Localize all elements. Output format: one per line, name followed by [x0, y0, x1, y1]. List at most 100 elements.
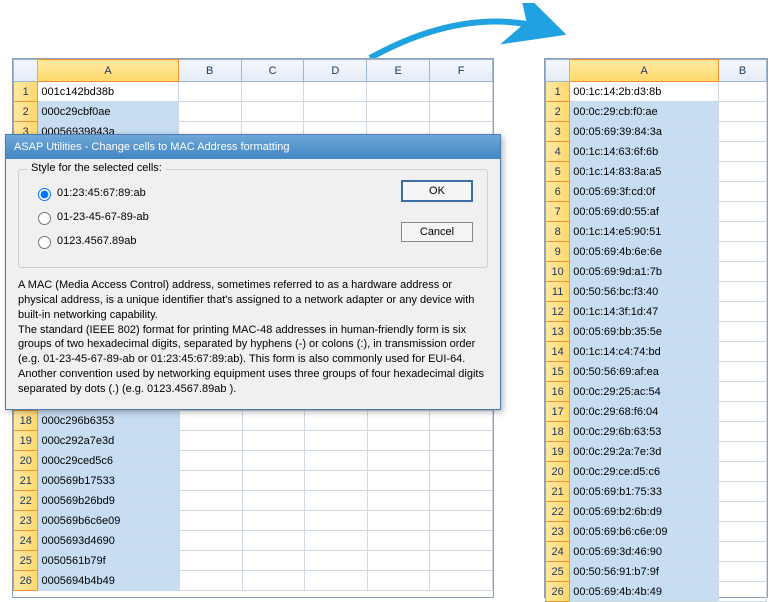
row-header[interactable]: 10	[546, 262, 570, 282]
select-all-corner[interactable]	[546, 60, 570, 82]
cell[interactable]: 00:05:69:4b:4b:49	[570, 582, 719, 602]
row-header[interactable]: 5	[546, 162, 570, 182]
row-header[interactable]: 24	[546, 542, 570, 562]
right-spreadsheet[interactable]: A B 100:1c:14:2b:d3:8b200:0c:29:cb:f0:ae…	[544, 58, 768, 598]
cell[interactable]	[719, 422, 767, 442]
cell[interactable]: 00:50:56:bc:f3:40	[570, 282, 719, 302]
cell[interactable]: 000569b17533	[38, 471, 180, 491]
row-header[interactable]: 26	[14, 571, 38, 591]
col-header-b[interactable]: B	[719, 60, 767, 82]
cell[interactable]: 00:0c:29:68:f6:04	[570, 402, 719, 422]
cell[interactable]: 00:05:69:b6:c6e:09	[570, 522, 719, 542]
col-header-e[interactable]: E	[367, 60, 430, 82]
cell[interactable]	[719, 502, 767, 522]
cell[interactable]: 00:05:69:3d:46:90	[570, 542, 719, 562]
cell[interactable]	[719, 402, 767, 422]
cell[interactable]	[719, 342, 767, 362]
row-header[interactable]: 8	[546, 222, 570, 242]
cell[interactable]: 0005694b4b49	[38, 571, 180, 591]
cell[interactable]: 00:50:56:91:b7:9f	[570, 562, 719, 582]
col-header-f[interactable]: F	[430, 60, 493, 82]
row-header[interactable]: 7	[546, 202, 570, 222]
cell[interactable]: 00:05:69:b2:6b:d9	[570, 502, 719, 522]
cell[interactable]: 00:50:56:69:af:ea	[570, 362, 719, 382]
cell[interactable]: 00:1c:14:e5:90:51	[570, 222, 719, 242]
ok-button[interactable]: OK	[401, 180, 473, 202]
col-header-c[interactable]: C	[241, 60, 304, 82]
col-header-d[interactable]: D	[304, 60, 367, 82]
cell[interactable]	[719, 162, 767, 182]
cell[interactable]	[719, 142, 767, 162]
cancel-button[interactable]: Cancel	[401, 222, 473, 242]
row-header[interactable]: 4	[546, 142, 570, 162]
cell[interactable]	[719, 262, 767, 282]
row-header[interactable]: 16	[546, 382, 570, 402]
cell[interactable]: 00:0c:29:25:ac:54	[570, 382, 719, 402]
col-header-b[interactable]: B	[178, 60, 241, 82]
cell[interactable]: 001c142bd38b	[38, 82, 178, 102]
cell[interactable]: 000c29cbf0ae	[38, 102, 178, 122]
cell[interactable]: 00:1c:14:83:8a:a5	[570, 162, 719, 182]
cell[interactable]: 00:0c:29:ce:d5:c6	[570, 462, 719, 482]
row-header[interactable]: 1	[546, 82, 570, 102]
cell[interactable]	[719, 102, 767, 122]
row-header[interactable]: 26	[546, 582, 570, 602]
cell[interactable]	[719, 482, 767, 502]
cell[interactable]: 00:1c:14:c4:74:bd	[570, 342, 719, 362]
row-header[interactable]: 6	[546, 182, 570, 202]
row-header[interactable]: 25	[546, 562, 570, 582]
cell[interactable]: 00:05:69:d0:55:af	[570, 202, 719, 222]
row-header[interactable]: 13	[546, 322, 570, 342]
cell[interactable]: 00:0c:29:cb:f0:ae	[570, 102, 719, 122]
row-header[interactable]: 11	[546, 282, 570, 302]
cell[interactable]	[719, 522, 767, 542]
cell[interactable]	[719, 242, 767, 262]
cell[interactable]: 00:1c:14:3f:1d:47	[570, 302, 719, 322]
cell[interactable]: 0050561b79f	[38, 551, 180, 571]
cell[interactable]: 00:1c:14:2b:d3:8b	[570, 82, 719, 102]
cell[interactable]: 00:0c:29:6b:63:53	[570, 422, 719, 442]
cell[interactable]: 000c29ced5c6	[38, 451, 180, 471]
row-header[interactable]: 9	[546, 242, 570, 262]
cell[interactable]: 000569b26bd9	[38, 491, 180, 511]
cell[interactable]	[719, 122, 767, 142]
row-header[interactable]: 23	[546, 522, 570, 542]
row-header[interactable]: 17	[546, 402, 570, 422]
cell[interactable]: 00:05:69:bb:35:5e	[570, 322, 719, 342]
row-header[interactable]: 19	[14, 431, 38, 451]
cell[interactable]	[719, 442, 767, 462]
cell[interactable]: 00:05:69:3f:cd:0f	[570, 182, 719, 202]
cell[interactable]	[719, 222, 767, 242]
row-header[interactable]: 15	[546, 362, 570, 382]
row-header[interactable]: 23	[14, 511, 38, 531]
cell[interactable]	[719, 322, 767, 342]
row-header[interactable]: 24	[14, 531, 38, 551]
cell[interactable]	[719, 362, 767, 382]
row-header[interactable]: 3	[546, 122, 570, 142]
row-header[interactable]: 18	[546, 422, 570, 442]
cell[interactable]: 0005693d4690	[38, 531, 180, 551]
cell[interactable]	[719, 382, 767, 402]
col-header-a[interactable]: A	[570, 60, 719, 82]
cell[interactable]: 000c292a7e3d	[38, 431, 180, 451]
row-header[interactable]: 20	[546, 462, 570, 482]
cell[interactable]: 00:05:69:9d:a1:7b	[570, 262, 719, 282]
cell[interactable]	[719, 302, 767, 322]
cell[interactable]	[719, 562, 767, 582]
row-header[interactable]: 2	[14, 102, 38, 122]
row-header[interactable]: 2	[546, 102, 570, 122]
col-header-a[interactable]: A	[38, 60, 178, 82]
cell[interactable]: 000569b6c6e09	[38, 511, 180, 531]
cell[interactable]	[719, 462, 767, 482]
cell[interactable]	[719, 82, 767, 102]
row-header[interactable]: 22	[546, 502, 570, 522]
row-header[interactable]: 20	[14, 451, 38, 471]
cell[interactable]: 00:0c:29:2a:7e:3d	[570, 442, 719, 462]
row-header[interactable]: 19	[546, 442, 570, 462]
row-header[interactable]: 25	[14, 551, 38, 571]
select-all-corner[interactable]	[14, 60, 38, 82]
row-header[interactable]: 12	[546, 302, 570, 322]
cell[interactable]	[719, 202, 767, 222]
cell[interactable]	[719, 542, 767, 562]
cell[interactable]: 00:05:69:4b:6e:6e	[570, 242, 719, 262]
